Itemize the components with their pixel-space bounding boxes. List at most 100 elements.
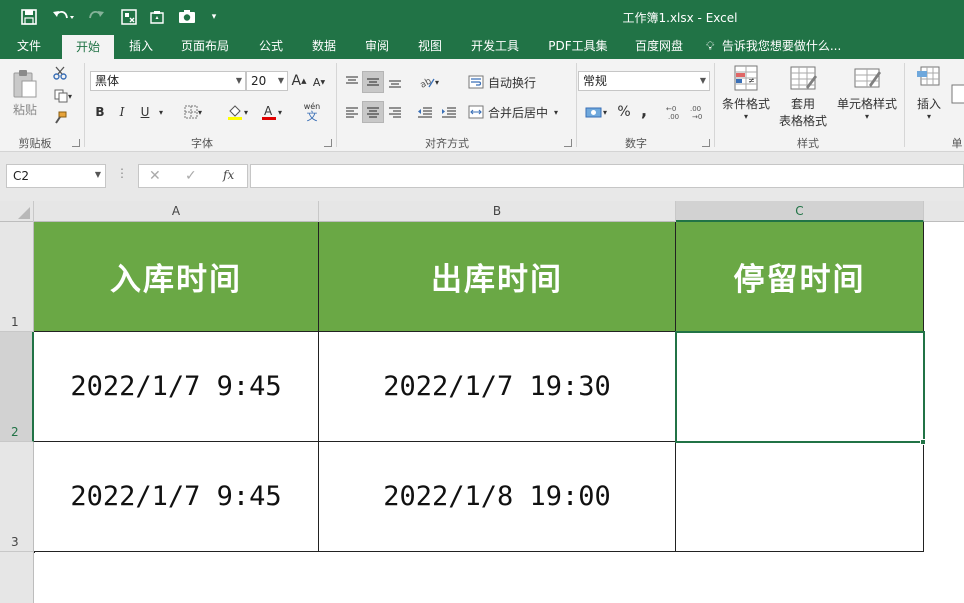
percent-button[interactable]: % xyxy=(614,101,634,123)
name-box[interactable]: C2 ▼ xyxy=(6,164,106,188)
paste-button[interactable]: 粘贴 xyxy=(8,65,42,121)
phonetic-button[interactable]: wén 文 xyxy=(296,99,328,125)
tab-pdf-tools[interactable]: PDF工具集 xyxy=(540,33,616,59)
tab-formulas[interactable]: 公式 xyxy=(250,33,292,59)
form-icon[interactable] xyxy=(118,0,140,33)
tab-file[interactable]: 文件 xyxy=(4,33,54,59)
border-button[interactable]: ▾ xyxy=(176,101,210,123)
formula-bar-area: C2 ▼ ⋮ ✕ ✓ fx xyxy=(0,152,964,201)
row-header-2[interactable]: 2 xyxy=(0,332,34,442)
column-header-c[interactable]: C xyxy=(676,201,924,222)
row-header-1[interactable]: 1 xyxy=(0,222,34,332)
tell-me-box[interactable]: 💡︎ 告诉我您想要做什么... xyxy=(706,33,856,59)
decrease-decimal-icon[interactable]: .00 →0 xyxy=(688,101,710,123)
camera-icon[interactable] xyxy=(175,0,199,33)
column-header-a[interactable]: A xyxy=(34,201,319,222)
font-color-button[interactable]: A ▾ xyxy=(254,101,288,123)
bold-button[interactable]: B xyxy=(90,101,110,123)
format-as-table-line1: 套用 xyxy=(790,97,815,111)
paste-label: 粘贴 xyxy=(12,102,37,117)
underline-dropdown-icon[interactable]: ▾ xyxy=(156,101,166,123)
copy-icon[interactable]: ▾ xyxy=(48,87,78,105)
orientation-icon[interactable]: ab ▾ xyxy=(414,71,444,93)
shrink-font-button[interactable]: A ▼ xyxy=(311,73,327,91)
increase-indent-icon[interactable] xyxy=(438,101,460,123)
chevron-down-icon: ▼ xyxy=(277,76,284,85)
cell-a1[interactable]: 入库时间 xyxy=(34,222,319,332)
title-bar: ▾ 工作簿1.xlsx - Excel xyxy=(0,0,964,33)
formula-input[interactable] xyxy=(250,164,964,188)
cell-a2[interactable]: 2022/1/7 9:45 xyxy=(34,332,319,442)
conditional-formatting-button[interactable]: ≠ 条件格式 ▾ xyxy=(718,63,774,129)
column-headers: A B C xyxy=(0,201,964,222)
insert-function-icon[interactable]: fx xyxy=(223,168,234,182)
format-as-table-line2: 表格格式 xyxy=(778,114,827,128)
insert-cells-button[interactable]: 插入 ▾ xyxy=(910,63,948,129)
font-launcher-icon[interactable] xyxy=(324,139,332,147)
wrap-text-button[interactable]: 自动换行 xyxy=(468,71,542,93)
cell-b2[interactable]: 2022/1/7 19:30 xyxy=(319,332,676,442)
align-top-icon[interactable] xyxy=(342,71,362,93)
redo-icon[interactable] xyxy=(84,0,112,33)
number-launcher-icon[interactable] xyxy=(702,139,710,147)
font-size-value: 20 xyxy=(251,74,267,88)
cell-b1[interactable]: 出库时间 xyxy=(319,222,676,332)
row-header-3[interactable]: 3 xyxy=(0,442,34,552)
fill-color-button[interactable]: ▾ xyxy=(220,101,254,123)
align-right-icon[interactable] xyxy=(385,101,405,123)
cell-styles-button[interactable]: 单元格样式 ▾ xyxy=(834,63,900,129)
italic-button[interactable]: I xyxy=(112,101,132,123)
cell-a3[interactable]: 2022/1/7 9:45 xyxy=(34,442,319,552)
align-middle-icon[interactable] xyxy=(362,71,384,93)
save-icon[interactable] xyxy=(16,0,42,33)
format-as-table-icon xyxy=(790,66,817,90)
splitter-handle-icon[interactable]: ⋮ xyxy=(116,166,128,186)
chevron-down-icon: ▼ xyxy=(235,76,242,85)
format-as-table-button[interactable]: 套用 表格格式 xyxy=(774,63,832,129)
format-painter-icon[interactable] xyxy=(48,109,72,127)
font-name-combo[interactable]: 黑体 ▼ xyxy=(90,71,246,91)
shrink-font-label: A xyxy=(312,75,321,89)
clipboard-launcher-icon[interactable] xyxy=(72,139,80,147)
underline-button[interactable]: U xyxy=(134,101,156,123)
alignment-launcher-icon[interactable] xyxy=(564,139,572,147)
accounting-format-icon[interactable]: ▾ xyxy=(580,101,612,123)
delete-cells-button[interactable] xyxy=(950,63,964,129)
tab-data[interactable]: 数据 xyxy=(303,33,345,59)
name-box-value: C2 xyxy=(13,169,30,183)
column-header-d-partial[interactable] xyxy=(924,201,964,222)
tab-baidu-netdisk[interactable]: 百度网盘 xyxy=(626,33,692,59)
fill-handle[interactable] xyxy=(920,439,926,445)
grow-font-button[interactable]: A ▲ xyxy=(291,71,307,91)
cell-c1[interactable]: 停留时间 xyxy=(676,222,924,332)
cut-icon[interactable] xyxy=(48,64,72,82)
increase-decimal-icon[interactable]: ←0.00 xyxy=(664,101,686,123)
column-header-b[interactable]: B xyxy=(319,201,676,222)
tab-developer[interactable]: 开发工具 xyxy=(462,33,528,59)
enter-icon[interactable]: ✓ xyxy=(185,168,197,184)
decrease-indent-icon[interactable] xyxy=(414,101,436,123)
select-all-button[interactable] xyxy=(0,201,34,222)
tab-page-layout[interactable]: 页面布局 xyxy=(172,33,238,59)
row-header-4-partial[interactable] xyxy=(0,552,34,603)
delete-cells-icon xyxy=(951,84,964,104)
cell-c2[interactable] xyxy=(676,332,924,442)
font-size-combo[interactable]: 20 ▼ xyxy=(246,71,288,91)
group-divider xyxy=(904,63,905,147)
align-left-icon[interactable] xyxy=(342,101,362,123)
merge-center-button[interactable]: 合并后居中 ▾ xyxy=(468,101,568,123)
customize-qat-icon[interactable]: ▾ xyxy=(206,0,222,33)
align-center-icon[interactable] xyxy=(362,101,384,123)
cancel-icon[interactable]: ✕ xyxy=(149,168,161,184)
undo-icon[interactable] xyxy=(48,0,78,33)
tab-view[interactable]: 视图 xyxy=(409,33,451,59)
tab-insert[interactable]: 插入 xyxy=(120,33,162,59)
cell-b3[interactable]: 2022/1/8 19:00 xyxy=(319,442,676,552)
tab-home[interactable]: 开始 xyxy=(62,35,114,59)
cell-c3[interactable] xyxy=(676,442,924,552)
number-format-combo[interactable]: 常规 ▼ xyxy=(578,71,710,91)
tab-review[interactable]: 审阅 xyxy=(356,33,398,59)
align-bottom-icon[interactable] xyxy=(385,71,405,93)
comma-style-button[interactable]: , xyxy=(636,99,652,121)
quick-print-icon[interactable] xyxy=(146,0,168,33)
